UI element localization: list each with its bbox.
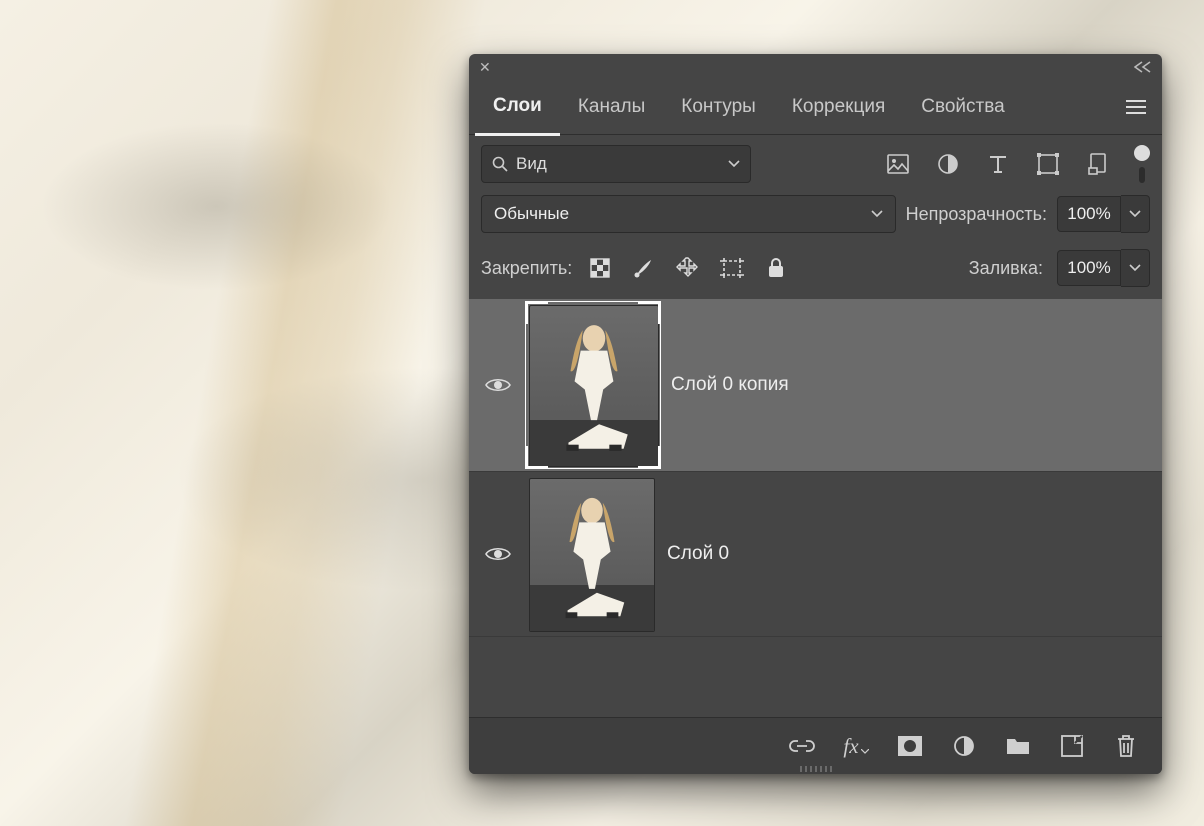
panel-tabs: Слои Каналы Контуры Коррекция Свойства — [469, 80, 1162, 135]
tab-adjustments[interactable]: Коррекция — [774, 80, 903, 134]
filter-image-icon[interactable] — [880, 146, 916, 182]
chevron-down-icon — [871, 210, 883, 218]
layer-row[interactable]: Слой 0 — [469, 472, 1162, 637]
chevron-down-icon — [728, 160, 740, 168]
opacity-field[interactable]: 100% — [1057, 195, 1150, 233]
fill-field[interactable]: 100% — [1057, 249, 1150, 287]
tab-label: Слои — [493, 95, 542, 117]
tab-channels[interactable]: Каналы — [560, 80, 663, 134]
close-icon[interactable]: ✕ — [479, 59, 491, 76]
resize-grip[interactable] — [800, 766, 832, 772]
filter-smart-icon[interactable] — [1080, 146, 1116, 182]
canvas-background: ✕ Слои Каналы Контуры Коррекция Свойства… — [0, 0, 1204, 826]
layer-filter-dropdown[interactable]: Вид — [481, 145, 751, 183]
trash-icon[interactable] — [1112, 732, 1140, 760]
lock-all-icon[interactable] — [762, 254, 790, 282]
toggle-track — [1139, 167, 1145, 183]
tab-paths[interactable]: Контуры — [663, 80, 774, 134]
fill-value[interactable]: 100% — [1057, 250, 1121, 286]
toggle-knob — [1134, 145, 1150, 161]
filter-shape-icon[interactable] — [1030, 146, 1066, 182]
layer-row[interactable]: Слой 0 копия — [469, 299, 1162, 472]
tab-label: Контуры — [681, 96, 756, 118]
blend-mode-dropdown[interactable]: Обычные — [481, 195, 896, 233]
opacity-label: Непрозрачность: — [906, 204, 1047, 225]
blend-mode-value: Обычные — [494, 204, 569, 224]
layer-name[interactable]: Слой 0 — [667, 543, 729, 565]
tab-layers[interactable]: Слои — [475, 79, 560, 136]
tab-label: Коррекция — [792, 96, 885, 118]
fill-label: Заливка: — [969, 258, 1043, 279]
layers-panel: ✕ Слои Каналы Контуры Коррекция Свойства… — [469, 54, 1162, 774]
panel-titlebar: ✕ — [469, 54, 1162, 80]
tab-properties[interactable]: Свойства — [903, 80, 1022, 134]
layer-thumbnail[interactable] — [529, 305, 657, 465]
visibility-icon[interactable] — [481, 545, 515, 563]
mask-icon[interactable] — [896, 732, 924, 760]
tab-label: Каналы — [578, 96, 645, 118]
adjustment-icon[interactable] — [950, 732, 978, 760]
layer-thumbnail[interactable] — [529, 478, 653, 630]
filter-toggle[interactable] — [1134, 145, 1150, 183]
layers-list: Слой 0 копия — [469, 299, 1162, 717]
new-layer-icon[interactable] — [1058, 732, 1086, 760]
lock-artboard-icon[interactable] — [718, 254, 746, 282]
blend-row: Обычные Непрозрачность: 100% — [469, 193, 1162, 243]
group-icon[interactable] — [1004, 732, 1032, 760]
thumbnail-content — [548, 320, 640, 453]
lock-move-icon[interactable] — [674, 254, 702, 282]
search-icon — [492, 156, 508, 172]
filter-label: Вид — [516, 154, 547, 174]
opacity-value[interactable]: 100% — [1057, 196, 1121, 232]
filter-adjustment-icon[interactable] — [930, 146, 966, 182]
filter-row: Вид — [469, 135, 1162, 193]
chevron-down-icon[interactable] — [1121, 195, 1150, 233]
lock-label: Закрепить: — [481, 258, 572, 279]
fx-icon[interactable]: fx — [842, 732, 870, 760]
lock-pixels-icon[interactable] — [586, 254, 614, 282]
layer-name[interactable]: Слой 0 копия — [671, 374, 789, 396]
collapse-icon[interactable] — [1134, 61, 1152, 73]
lock-icons — [586, 254, 790, 282]
tab-label: Свойства — [921, 96, 1004, 118]
lock-brush-icon[interactable] — [630, 254, 658, 282]
link-icon[interactable] — [788, 732, 816, 760]
panel-menu-icon[interactable] — [1116, 100, 1156, 114]
filter-type-icon[interactable] — [980, 146, 1016, 182]
thumbnail-content — [548, 493, 636, 620]
lock-row: Закрепить: Заливка: 100% — [469, 243, 1162, 299]
chevron-down-icon[interactable] — [1121, 249, 1150, 287]
visibility-icon[interactable] — [481, 376, 515, 394]
